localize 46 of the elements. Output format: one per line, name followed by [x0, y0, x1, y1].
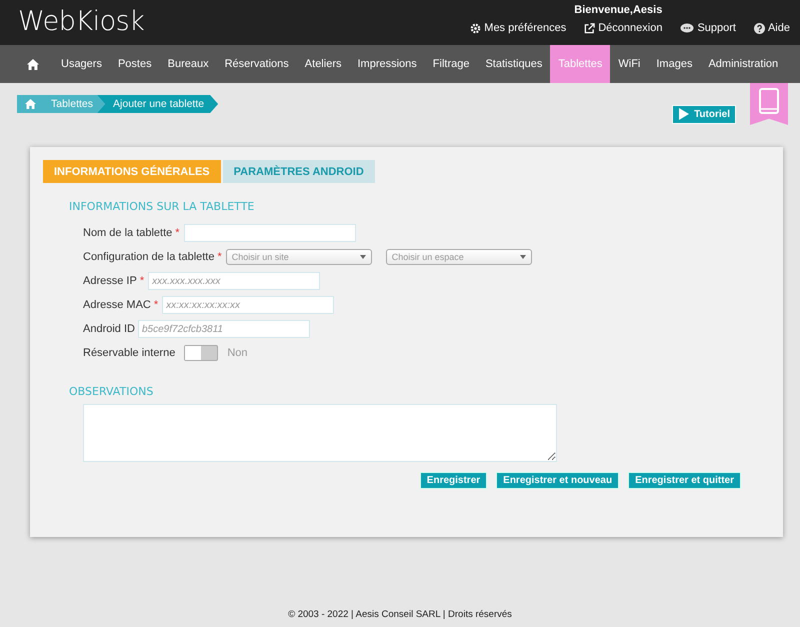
- field-label: Android ID: [83, 323, 135, 335]
- nav-tab[interactable]: Impressions: [349, 45, 425, 83]
- nav-tab[interactable]: Bureaux: [160, 45, 217, 83]
- external-link-icon: [584, 22, 596, 34]
- nav-tab[interactable]: Statistiques: [477, 45, 550, 83]
- field-label: Adresse MAC: [83, 299, 151, 311]
- field-label: Nom de la tablette: [83, 227, 172, 239]
- nav-tab[interactable]: Images: [648, 45, 700, 83]
- toggle-state: Non: [227, 347, 248, 359]
- breadcrumb-current: Ajouter une tablette: [97, 95, 218, 113]
- home-icon: [27, 58, 39, 70]
- field-label: Adresse IP: [83, 275, 137, 287]
- toggle-switch[interactable]: [184, 345, 218, 361]
- field-label: Réservable interne: [83, 347, 176, 359]
- nav-tab[interactable]: Administration: [700, 45, 786, 83]
- nav-tab[interactable]: WiFi: [610, 45, 648, 83]
- section-title: INFORMATIONS SUR LA TABLETTE: [69, 200, 256, 213]
- header-link[interactable]: Mes préférences: [470, 22, 566, 34]
- nav-tab[interactable]: Réservations: [216, 45, 297, 83]
- header-link[interactable]: Déconnexion: [584, 22, 662, 34]
- nav-tab[interactable]: Postes: [110, 45, 160, 83]
- help-icon: [754, 22, 765, 34]
- input-field[interactable]: b5ce9f72cfcb3811: [138, 320, 310, 338]
- welcome-text: Bienvenue,Aesis: [574, 4, 664, 16]
- required-mark: *: [175, 227, 180, 239]
- field-label: Configuration de la tablette: [83, 251, 214, 263]
- caret-icon: [360, 255, 366, 259]
- home-icon: [25, 99, 36, 109]
- logo: WebKiosk: [18, 6, 144, 37]
- nav-tab[interactable]: Usagers: [53, 45, 110, 83]
- input-field[interactable]: [184, 224, 356, 242]
- observations-field[interactable]: [83, 404, 557, 462]
- required-mark: *: [154, 299, 158, 311]
- chat-icon: [680, 22, 694, 34]
- caret-icon: [520, 255, 526, 259]
- required-mark: *: [217, 251, 222, 263]
- gear-icon: [470, 22, 482, 34]
- footer-text: © 2003 - 2022 | Aesis Conseil SARL | Droits réservés: [287, 609, 513, 620]
- nav-tab[interactable]: Ateliers: [296, 45, 350, 83]
- required-mark: *: [140, 275, 144, 287]
- tablet-ribbon-icon: [750, 83, 788, 125]
- nav-tab[interactable]: Filtrage: [424, 45, 478, 83]
- section-title: OBSERVATIONS: [69, 385, 154, 398]
- header-link[interactable]: Support: [680, 22, 736, 34]
- play-icon: [678, 108, 690, 122]
- header-link[interactable]: Aide: [754, 22, 790, 34]
